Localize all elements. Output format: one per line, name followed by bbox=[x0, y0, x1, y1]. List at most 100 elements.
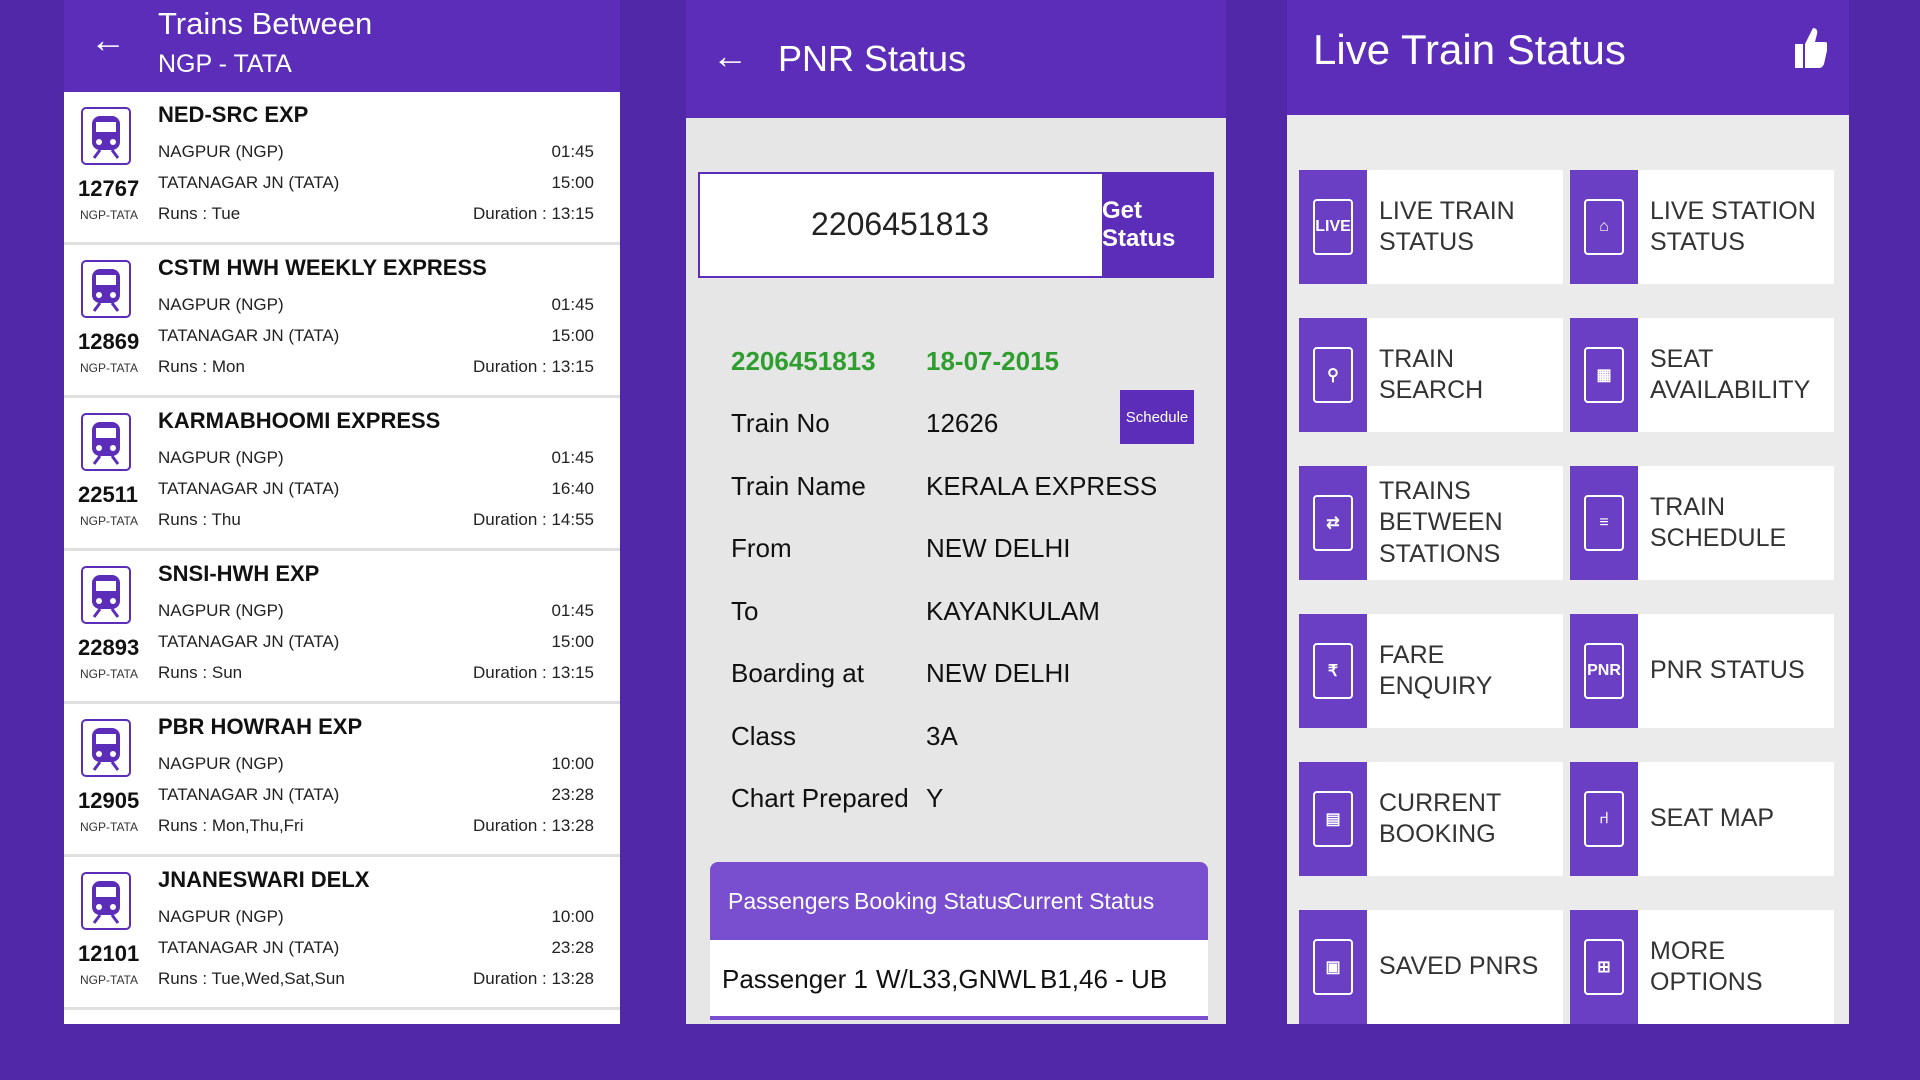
run-days: Runs : Mon,Thu,Fri bbox=[158, 816, 304, 835]
from-station: NAGPUR (NGP) bbox=[158, 754, 284, 773]
get-status-button[interactable]: Get Status bbox=[1102, 174, 1212, 276]
departure-time: 10:00 bbox=[551, 907, 594, 926]
train-icon bbox=[81, 566, 131, 624]
duration: Duration : 13:28 bbox=[473, 816, 594, 835]
arrival-time: 16:40 bbox=[551, 479, 594, 498]
rupee-icon: ₹ bbox=[1299, 614, 1367, 728]
field-label: From bbox=[731, 533, 792, 563]
menu-tile[interactable]: ▣ SAVED PNRS bbox=[1299, 910, 1563, 1024]
menu-tile-label: PNR STATUS bbox=[1650, 656, 1805, 685]
field-label: Boarding at bbox=[731, 658, 864, 688]
header-passengers: Passengers bbox=[728, 888, 850, 914]
train-list-item[interactable]: 12869 NGP-TATA CSTM HWH WEEKLY EXPRESS NAGP… bbox=[64, 245, 620, 398]
departure-time: 01:45 bbox=[551, 601, 594, 620]
train-number: 12869 bbox=[78, 329, 140, 354]
from-station: NAGPUR (NGP) bbox=[158, 295, 284, 314]
train-list-item[interactable]: 12905 NGP-TATA PBR HOWRAH EXP NAGPUR (NGP) 1… bbox=[64, 704, 620, 857]
train-list-item[interactable]: 22511 NGP-TATA KARMABHOOMI EXPRESS NAGPUR (… bbox=[64, 398, 620, 551]
train-number: 22893 bbox=[78, 635, 140, 660]
schedule-button[interactable]: Schedule bbox=[1120, 390, 1194, 444]
menu-tile[interactable]: ▦ SEAT AVAILABILITY bbox=[1570, 318, 1834, 432]
field-value: 12626 bbox=[926, 408, 999, 438]
duration: Duration : 13:15 bbox=[473, 204, 594, 223]
field-label: Train Name bbox=[731, 470, 866, 501]
from-station: NAGPUR (NGP) bbox=[158, 142, 284, 161]
menu-tile[interactable]: ⑁ SEAT MAP bbox=[1570, 762, 1834, 876]
menu-tile[interactable]: ⇄ TRAINS BETWEEN STATIONS bbox=[1299, 466, 1563, 580]
search-icon: ⚲ bbox=[1299, 318, 1367, 432]
train-icon bbox=[81, 260, 131, 318]
menu-tile-label: FARE ENQUIRY bbox=[1379, 640, 1493, 700]
document-icon: ≡ bbox=[1570, 466, 1638, 580]
arrival-time: 23:28 bbox=[551, 938, 594, 957]
train-number: 22511 bbox=[78, 482, 138, 507]
trains-between-screen: ← Trains Between NGP - TATA 12767 NGP-TAT… bbox=[64, 0, 620, 1024]
arrival-time: 15:00 bbox=[551, 173, 594, 192]
menu-tile[interactable]: PNR PNR STATUS bbox=[1570, 614, 1834, 728]
train-list: 12767 NGP-TATA NED-SRC EXP NAGPUR (NGP) 01:4… bbox=[64, 92, 620, 1010]
train-list-item[interactable]: 12101 NGP-TATA JNANESWARI DELX NAGPUR (NGP)… bbox=[64, 857, 620, 1010]
pnr-input[interactable]: 2206451813 bbox=[700, 206, 1100, 243]
duration: Duration : 13:15 bbox=[473, 663, 594, 682]
pnr-number: 2206451813 bbox=[731, 346, 876, 376]
field-value: NEW DELHI bbox=[926, 533, 1071, 563]
field-value: Y bbox=[926, 783, 944, 813]
menu-tile-label: CURRENT BOOKING bbox=[1379, 788, 1501, 848]
train-name: PBR HOWRAH EXP bbox=[158, 714, 363, 739]
passenger-table-header: Passengers Booking Status Current Status bbox=[710, 862, 1208, 940]
train-icon: ⊞ bbox=[1570, 910, 1638, 1024]
menu-tile-label: TRAIN SCHEDULE bbox=[1650, 492, 1787, 552]
menu-tile-label: SEAT AVAILABILITY bbox=[1650, 344, 1811, 404]
route-code: NGP-TATA bbox=[80, 667, 138, 681]
to-station: TATANAGAR JN (TATA) bbox=[158, 785, 340, 804]
train-list-item[interactable]: 22893 NGP-TATA SNSI-HWH EXP NAGPUR (NGP) 01:… bbox=[64, 551, 620, 704]
app-bar: ← PNR Status bbox=[686, 0, 1226, 118]
train-icon bbox=[81, 719, 131, 777]
to-station: TATANAGAR JN (TATA) bbox=[158, 173, 340, 192]
app-bar: Live Train Status bbox=[1287, 0, 1849, 115]
route-code: NGP-TATA bbox=[80, 208, 138, 222]
menu-tile[interactable]: ⌂ LIVE STATION STATUS bbox=[1570, 170, 1834, 284]
field-value: KERALA EXPRESS bbox=[926, 470, 1158, 501]
menu-tile-label: SEAT MAP bbox=[1650, 804, 1775, 833]
menu-tile[interactable]: ⊞ MORE OPTIONS bbox=[1570, 910, 1834, 1024]
train-icon bbox=[81, 107, 131, 165]
menu-tile[interactable]: ▤ CURRENT BOOKING bbox=[1299, 762, 1563, 876]
passenger-row: Passenger 1 W/L33,GNWL B1,46 - UB bbox=[710, 940, 1208, 1020]
page-title: Trains Between bbox=[158, 6, 373, 41]
pnr-status-screen: ← PNR Status 2206451813 Get Status 22064… bbox=[686, 0, 1226, 1024]
route-code: NGP-TATA bbox=[80, 514, 138, 528]
header-current-status: Current Status bbox=[1006, 888, 1155, 914]
live-train-status-screen: Live Train Status LIVE LIVE TRAIN STATUS ⌂… bbox=[1287, 0, 1849, 1024]
arrival-time: 15:00 bbox=[551, 632, 594, 651]
menu-tile[interactable]: ₹ FARE ENQUIRY bbox=[1299, 614, 1563, 728]
pnr-icon: PNR bbox=[1570, 614, 1638, 728]
train-list-item[interactable]: 12767 NGP-TATA NED-SRC EXP NAGPUR (NGP) 01:4… bbox=[64, 92, 620, 245]
duration: Duration : 14:55 bbox=[473, 510, 594, 529]
departure-time: 01:45 bbox=[551, 142, 594, 161]
menu-tile[interactable]: LIVE LIVE TRAIN STATUS bbox=[1299, 170, 1563, 284]
to-station: TATANAGAR JN (TATA) bbox=[158, 326, 340, 345]
back-arrow-icon[interactable]: ← bbox=[90, 22, 126, 58]
journey-date: 18-07-2015 bbox=[926, 346, 1059, 376]
departure-time: 10:00 bbox=[551, 754, 594, 773]
duration: Duration : 13:28 bbox=[473, 969, 594, 988]
back-arrow-icon[interactable]: ← bbox=[712, 38, 748, 74]
arrival-time: 15:00 bbox=[551, 326, 594, 345]
thumbs-up-icon[interactable] bbox=[1791, 24, 1827, 70]
calendar-icon: ▦ bbox=[1570, 318, 1638, 432]
station-icon: ⌂ bbox=[1570, 170, 1638, 284]
departure-time: 01:45 bbox=[551, 295, 594, 314]
page-title: PNR Status bbox=[778, 38, 967, 79]
seat-icon: ⑁ bbox=[1570, 762, 1638, 876]
train-name: KARMABHOOMI EXPRESS bbox=[158, 408, 441, 433]
passenger-table: Passengers Booking Status Current Status… bbox=[710, 862, 1208, 1020]
booking-status: W/L33,GNWL bbox=[876, 964, 1037, 994]
menu-tile[interactable]: ⚲ TRAIN SEARCH bbox=[1299, 318, 1563, 432]
menu-tile-label: LIVE STATION STATUS bbox=[1650, 196, 1816, 256]
menu-tile-label: SAVED PNRS bbox=[1379, 952, 1539, 981]
from-station: NAGPUR (NGP) bbox=[158, 448, 284, 467]
menu-tile[interactable]: ≡ TRAIN SCHEDULE bbox=[1570, 466, 1834, 580]
run-days: Runs : Mon bbox=[158, 357, 245, 376]
pnr-input-box: 2206451813 Get Status bbox=[698, 172, 1214, 278]
